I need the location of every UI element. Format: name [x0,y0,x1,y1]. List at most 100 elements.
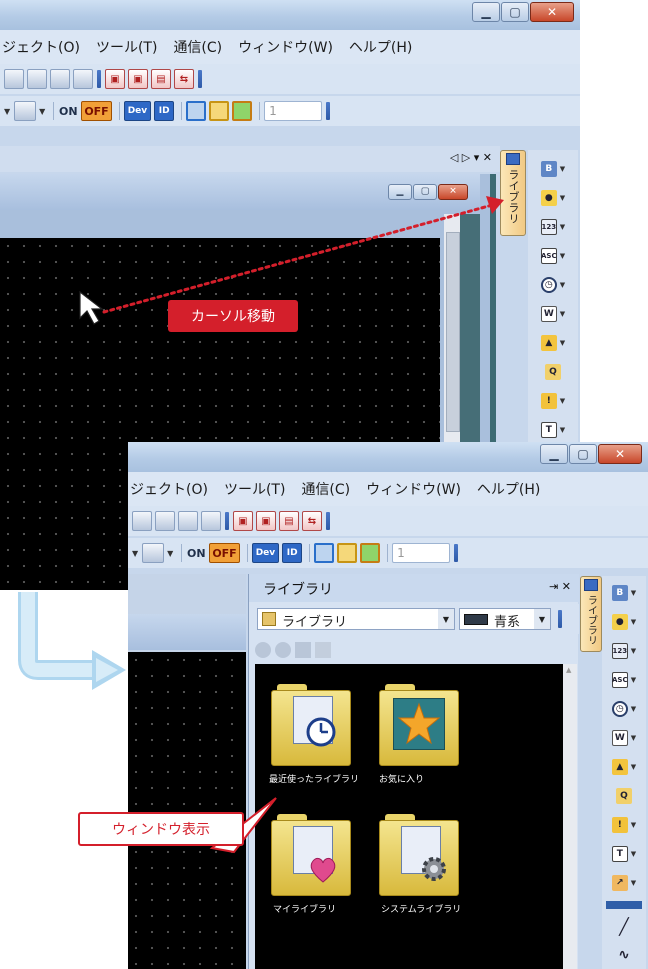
number-select[interactable]: 1 [392,543,451,563]
display-icon[interactable] [14,101,37,121]
ascii-button[interactable]: ASC ▼ [536,245,570,267]
object-icon-3[interactable] [178,511,198,531]
object-icon-1[interactable] [4,69,24,89]
minimize-button[interactable]: ▁ [472,2,500,22]
screen-icon-2[interactable]: ▣ [128,69,148,89]
alarm-list-button[interactable]: ▲ ▼ [604,756,644,778]
maximize-button[interactable]: ▢ [569,444,597,464]
transfer-icon[interactable]: ⇆ [174,69,194,89]
favorites-folder[interactable] [379,684,459,766]
menu-object[interactable]: ジェクト(O) [130,479,208,499]
off-button[interactable]: OFF [81,101,112,121]
category-select[interactable]: ライブラリ ▼ [257,608,455,630]
chart-button[interactable]: ↗ ▼ [604,872,644,894]
clock-button[interactable]: ◷ ▼ [536,274,570,296]
minimize-button[interactable]: ▁ [540,444,568,464]
inner-title-bar[interactable]: ▁ ▢ ✕ [0,174,480,210]
layer-front-icon[interactable] [314,543,335,563]
bitmap-button[interactable]: B ▼ [536,158,570,180]
menu-communication[interactable]: 通信(C) [173,37,222,57]
comment-button[interactable]: W ▼ [536,303,570,325]
bitmap-button[interactable]: B ▼ [604,582,644,604]
screen-icon-2[interactable]: ▣ [256,511,276,531]
dropdown-arrow-icon[interactable]: ▼ [132,549,138,558]
numeric-button[interactable]: 123 ▼ [536,216,570,238]
title-bar[interactable]: ▁ ▢ ✕ [0,0,580,30]
item-list-button[interactable]: T ▼ [536,419,570,441]
title-bar[interactable]: ▁ ▢ ✕ [128,442,648,472]
library-tab[interactable]: ライブラリ [580,576,602,652]
off-button[interactable]: OFF [209,543,240,563]
library-scrollbar[interactable]: ▲ [563,664,577,969]
dropdown-arrow-icon[interactable]: ▼ [167,549,173,558]
layer-both-icon[interactable] [360,543,381,563]
menu-tools[interactable]: ツール(T) [224,479,285,499]
dev-button[interactable]: Dev [123,101,152,121]
scroll-up-icon[interactable]: ▲ [566,666,571,674]
scroll-thumb[interactable] [446,232,460,432]
alarm-list-button[interactable]: ▲ ▼ [536,332,570,354]
numeric-button[interactable]: 123 ▼ [604,640,644,662]
close-button[interactable]: ✕ [530,2,574,22]
layer-both-icon[interactable] [232,101,253,121]
color-select[interactable]: 青系 ▼ [459,608,551,630]
menu-object[interactable]: ジェクト(O) [2,37,80,57]
layer-front-icon[interactable] [186,101,207,121]
inner-close-button[interactable]: ✕ [438,184,468,200]
menu-help[interactable]: ヘルプ(H) [477,479,540,499]
inner-maximize-button[interactable]: ▢ [413,184,437,200]
number-select[interactable]: 1 [264,101,323,121]
screen-icon-3[interactable]: ▤ [151,69,171,89]
object-icon-2[interactable] [155,511,175,531]
object-icon-1[interactable] [132,511,152,531]
search-alarm-button[interactable]: Q [604,785,644,807]
menu-tools[interactable]: ツール(T) [96,37,157,57]
dropdown-arrow-icon[interactable]: ▼ [4,107,10,116]
transfer-icon[interactable]: ⇆ [302,511,322,531]
close-button[interactable]: ✕ [598,444,642,464]
alarm-button[interactable]: ! ▼ [604,814,644,836]
comment-button[interactable]: W ▼ [604,727,644,749]
screen-icon-3[interactable]: ▤ [279,511,299,531]
pane-controls[interactable]: ◁ ▷ ▾ ✕ [450,151,492,164]
toolbar-grip[interactable] [326,512,330,530]
line-button[interactable]: ╱ [604,915,644,937]
toolbar-grip[interactable] [454,544,459,562]
on-button[interactable]: ON [58,101,78,121]
toolbar-grip[interactable] [97,70,101,88]
menu-window[interactable]: ウィンドウ(W) [366,479,461,499]
toolbar-grip[interactable] [558,610,562,628]
on-button[interactable]: ON [186,543,206,563]
polyline-button[interactable]: ∿ [604,944,644,966]
alarm-button[interactable]: ! ▼ [536,390,570,412]
item-list-button[interactable]: T ▼ [604,843,644,865]
object-icon-3[interactable] [50,69,70,89]
id-button[interactable]: ID [282,543,303,563]
object-icon-4[interactable] [73,69,93,89]
object-icon-4[interactable] [201,511,221,531]
layer-back-icon[interactable] [337,543,358,563]
menu-communication[interactable]: 通信(C) [301,479,350,499]
recent-library-folder[interactable] [271,684,351,766]
maximize-button[interactable]: ▢ [501,2,529,22]
toolbar-grip[interactable] [326,102,331,120]
library-tab[interactable]: ライブラリ [500,150,526,236]
menu-window[interactable]: ウィンドウ(W) [238,37,333,57]
dropdown-arrow-icon[interactable]: ▼ [39,107,45,116]
clock-button[interactable]: ◷ ▼ [604,698,644,720]
dev-button[interactable]: Dev [251,543,280,563]
layer-back-icon[interactable] [209,101,230,121]
screen-icon-1[interactable]: ▣ [233,511,253,531]
tree-icon[interactable] [315,642,331,658]
back-icon[interactable] [255,642,271,658]
search-alarm-button[interactable]: Q [536,361,570,383]
screen-icon-1[interactable]: ▣ [105,69,125,89]
forward-icon[interactable] [275,642,291,658]
inner-minimize-button[interactable]: ▁ [388,184,412,200]
lamp-button[interactable]: ● ▼ [536,187,570,209]
inner-title-bar[interactable] [128,614,246,650]
lamp-button[interactable]: ● ▼ [604,611,644,633]
ascii-button[interactable]: ASC ▼ [604,669,644,691]
menu-help[interactable]: ヘルプ(H) [349,37,412,57]
toolbar-grip[interactable] [198,70,202,88]
